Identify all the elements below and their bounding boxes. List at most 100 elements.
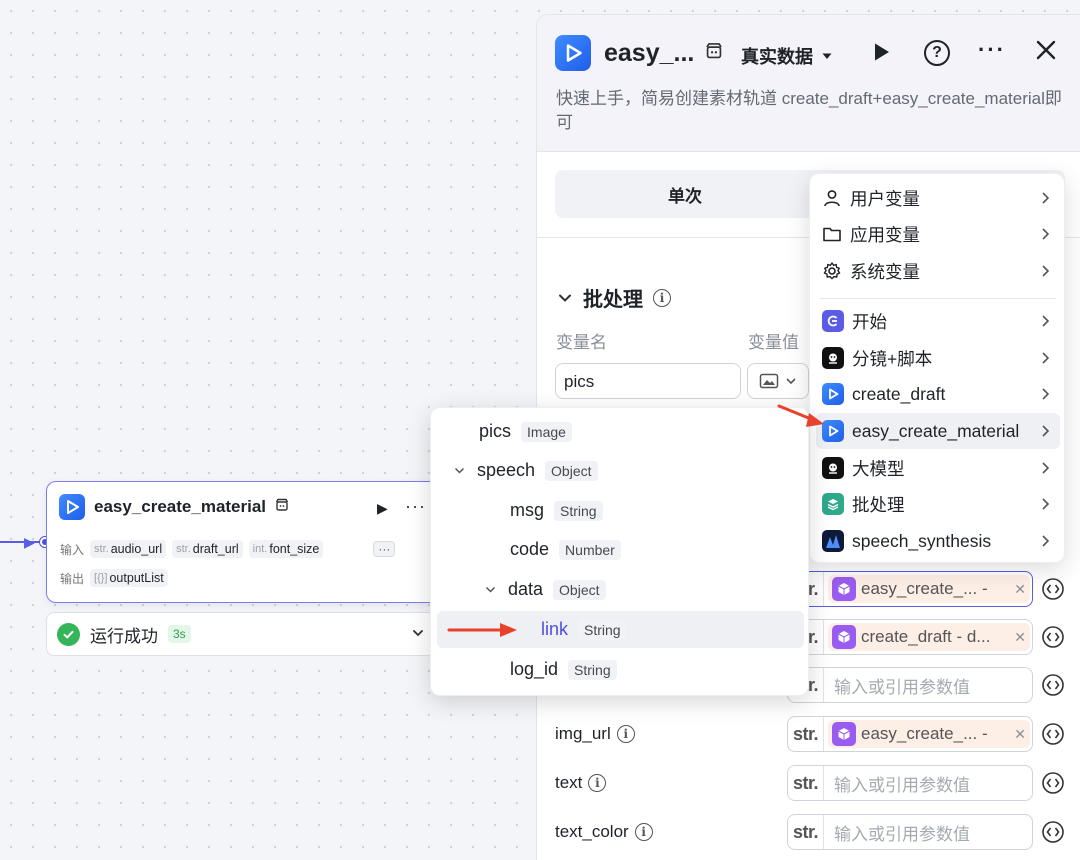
chevron-right-icon xyxy=(1042,462,1050,474)
param-value-input[interactable]: str. 输入或引用参数值 xyxy=(787,667,1033,703)
menu-item-speech-synthesis[interactable]: speech_synthesis xyxy=(810,523,1066,559)
input-label: 输入 xyxy=(60,542,85,557)
node-run-button[interactable]: ▶ xyxy=(377,500,388,517)
help-icon[interactable]: ? xyxy=(924,40,950,66)
more-inputs-badge[interactable]: ··· xyxy=(373,541,396,557)
type-badge: Object xyxy=(553,579,606,600)
node-more-button[interactable]: ··· xyxy=(405,496,426,517)
menu-item-system-variables[interactable]: 系统变量 xyxy=(810,253,1066,289)
info-icon[interactable]: i xyxy=(616,725,635,743)
variable-source-menu: 用户变量 应用变量 系统变量 开始 分镜+脚本 create_draft eas… xyxy=(809,173,1065,563)
info-icon[interactable]: i xyxy=(634,823,653,841)
wave-icon xyxy=(822,530,844,552)
type-badge: Object xyxy=(545,460,598,481)
tree-row[interactable]: speech Object xyxy=(437,452,804,489)
chevron-right-icon xyxy=(1042,315,1050,327)
chevron-right-icon xyxy=(1042,265,1050,277)
tree-row[interactable]: msg String xyxy=(437,492,804,529)
remove-icon[interactable]: ✕ xyxy=(1014,629,1026,646)
run-button[interactable] xyxy=(873,42,891,67)
user-icon xyxy=(824,190,840,207)
gear-icon xyxy=(823,262,841,280)
variable-picker-button[interactable] xyxy=(1039,818,1067,846)
model-icon xyxy=(822,347,844,369)
tree-row[interactable]: pics Image xyxy=(437,413,804,450)
workflow-node[interactable]: easy_create_material ▶ ··· 输入 str. audio_… xyxy=(46,481,446,603)
close-icon[interactable] xyxy=(1035,39,1057,66)
more-button[interactable]: ··· xyxy=(978,37,1006,63)
output-tag: [{}] outputList xyxy=(90,569,168,587)
type-badge: String xyxy=(578,619,627,640)
menu-item-storyboard[interactable]: 分镜+脚本 xyxy=(810,340,1066,376)
input-tag: str. draft_url xyxy=(172,540,243,558)
variable-picker-button[interactable] xyxy=(1039,720,1067,748)
input-placeholder: 输入或引用参数值 xyxy=(834,775,970,795)
model-icon xyxy=(822,457,844,479)
variable-picker-button[interactable] xyxy=(1039,769,1067,797)
batch-icon xyxy=(822,493,844,515)
param-value-input[interactable]: str. 输入或引用参数值 xyxy=(787,765,1033,801)
param-value-input[interactable]: str. create_draft - d... ✕ xyxy=(787,619,1033,655)
menu-divider xyxy=(820,298,1056,299)
type-tag: str. xyxy=(788,717,824,751)
type-select[interactable] xyxy=(747,363,809,399)
reference-chip[interactable]: easy_create_... - ✕ xyxy=(828,720,1030,748)
param-value-input[interactable]: str. 输入或引用参数值 xyxy=(787,814,1033,850)
info-icon[interactable]: i xyxy=(588,774,607,792)
chevron-right-icon xyxy=(1042,352,1050,364)
param-value-input[interactable]: str. easy_create_... - ✕ xyxy=(787,716,1033,752)
panel-description: 快速上手，简易创建素材轨道 create_draft+easy_create_m… xyxy=(556,89,1062,132)
chevron-down-icon[interactable] xyxy=(411,626,425,645)
menu-item-app-variables[interactable]: 应用变量 xyxy=(810,216,1066,252)
menu-item-llm[interactable]: 大模型 xyxy=(810,450,1066,486)
panel-title: easy_... xyxy=(604,39,695,67)
tab-single[interactable]: 单次 xyxy=(555,170,815,218)
type-tag: str. xyxy=(788,766,824,800)
info-icon[interactable]: i xyxy=(653,288,671,307)
cube-icon xyxy=(832,625,856,649)
output-tree-popover: pics Image speech Object msg String code… xyxy=(430,407,809,696)
remove-icon[interactable]: ✕ xyxy=(1014,726,1026,743)
input-placeholder: 输入或引用参数值 xyxy=(834,677,970,697)
connection-arrow-icon: ▶ xyxy=(24,534,35,550)
tree-row[interactable]: code Number xyxy=(437,531,804,568)
chevron-down-icon xyxy=(786,378,796,385)
store-icon xyxy=(705,42,723,65)
param-value-input[interactable]: str. easy_create_... - ✕ xyxy=(787,571,1033,607)
type-badge: String xyxy=(568,659,617,680)
menu-item-batch[interactable]: 批处理 xyxy=(810,486,1066,522)
app-logo-icon xyxy=(59,494,85,520)
tree-row[interactable]: log_id String xyxy=(437,651,804,688)
variable-picker-button[interactable] xyxy=(1039,575,1067,603)
chevron-right-icon xyxy=(1042,192,1050,204)
node-outputs-row: 输出 [{}] outputList xyxy=(60,569,168,587)
caret-down-icon xyxy=(822,53,832,59)
success-check-icon xyxy=(57,622,80,646)
run-status-bar[interactable]: 运行成功 3s xyxy=(46,612,436,656)
param-row: text i str. 输入或引用参数值 xyxy=(555,765,1065,801)
cube-icon xyxy=(832,722,856,746)
reference-chip[interactable]: create_draft - d... ✕ xyxy=(828,623,1030,651)
chevron-down-icon[interactable] xyxy=(482,583,498,596)
tree-row[interactable]: data Object xyxy=(437,571,804,608)
output-label: 输出 xyxy=(60,571,85,586)
data-source-select[interactable]: 真实数据 xyxy=(741,43,833,69)
param-row: text_color i str. 输入或引用参数值 xyxy=(555,814,1065,850)
reference-chip[interactable]: easy_create_... - ✕ xyxy=(828,575,1030,603)
type-badge: Image xyxy=(521,421,572,442)
var-name-input[interactable]: pics xyxy=(555,363,741,399)
batch-section-header[interactable]: 批处理 i xyxy=(557,283,671,312)
type-badge: Number xyxy=(559,539,621,560)
menu-item-user-variables[interactable]: 用户变量 xyxy=(810,180,1066,216)
type-badge: String xyxy=(554,500,603,521)
chevron-down-icon[interactable] xyxy=(451,464,467,477)
menu-item-start[interactable]: 开始 xyxy=(810,303,1066,339)
image-icon xyxy=(759,373,779,389)
chevron-right-icon xyxy=(1042,388,1050,400)
menu-item-create-draft[interactable]: create_draft xyxy=(810,376,1066,412)
menu-item-easy-create-material[interactable]: easy_create_material xyxy=(816,413,1060,449)
variable-picker-button[interactable] xyxy=(1039,671,1067,699)
variable-picker-button[interactable] xyxy=(1039,623,1067,651)
remove-icon[interactable]: ✕ xyxy=(1014,581,1026,598)
chevron-right-icon xyxy=(1042,498,1050,510)
